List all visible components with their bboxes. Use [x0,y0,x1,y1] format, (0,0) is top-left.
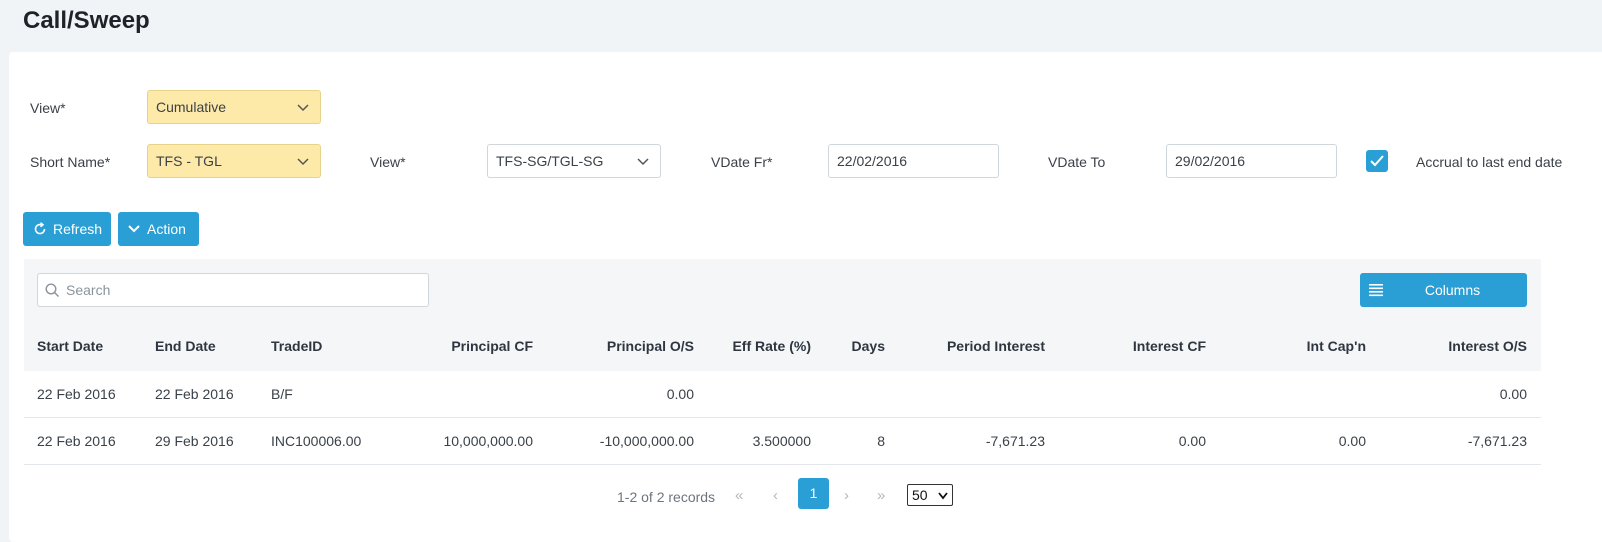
data-table-panel: Search Columns Start Date End Date Trade… [24,259,1541,529]
columns-label: Columns [1424,282,1481,298]
search-input[interactable]: Search [37,273,429,307]
view2-select-value: TFS-SG/TGL-SG [496,153,604,169]
page-button-current[interactable]: 1 [798,478,829,509]
cell-start-date: 22 Feb 2016 [37,433,116,449]
cell-period-interest: -7,671.23 [985,433,1045,449]
view-select[interactable]: Cumulative [147,90,321,124]
view2-label: View* [370,154,406,170]
first-page-icon[interactable]: « [735,487,743,504]
next-page-icon[interactable]: › [844,487,849,504]
chevron-down-icon [297,158,309,166]
columns-button[interactable]: Columns [1360,273,1527,307]
cell-principal-cf: 10,000,000.00 [443,433,533,449]
last-page-icon[interactable]: » [877,487,885,504]
search-icon [45,283,59,297]
page-title: Call/Sweep [23,7,150,34]
view2-select[interactable]: TFS-SG/TGL-SG [487,144,661,178]
action-label: Action [147,221,186,237]
refresh-label: Refresh [53,221,103,237]
cell-interest-os: 0.00 [1499,386,1527,402]
vdate-fr-label: VDate Fr* [711,154,773,170]
chevron-down-icon [297,104,309,112]
table-header: Start Date End Date TradeID Principal CF… [24,322,1541,371]
cell-principal-os: -10,000,000.00 [599,433,694,449]
cell-end-date: 29 Feb 2016 [155,433,234,449]
col-principal-os[interactable]: Principal O/S [564,322,694,371]
page-size-value: 50 [912,487,928,503]
cell-days: 8 [877,433,885,449]
accrual-label: Accrual to last end date [1416,154,1563,170]
vdate-to-input[interactable]: 29/02/2016 [1166,144,1337,178]
table-row[interactable]: 22 Feb 2016 22 Feb 2016 B/F 0.00 0.00 [24,371,1541,418]
col-trade-id[interactable]: TradeID [271,322,322,371]
pagination: 1-2 of 2 records « ‹ 1 › » 50 [24,477,1541,517]
cell-trade-id: B/F [271,386,293,402]
chevron-down-icon [637,158,649,166]
pagination-info: 1-2 of 2 records [617,489,716,505]
prev-page-icon[interactable]: ‹ [773,487,778,504]
col-interest-cf[interactable]: Interest CF [1074,322,1206,371]
col-days[interactable]: Days [834,322,885,371]
refresh-button[interactable]: Refresh [23,212,111,246]
cell-start-date: 22 Feb 2016 [37,386,116,402]
short-name-label: Short Name* [30,154,111,170]
cell-interest-os: -7,671.23 [1467,433,1527,449]
vdate-to-label: VDate To [1048,154,1106,170]
checkmark-icon [1370,155,1384,167]
col-period-interest[interactable]: Period Interest [904,322,1045,371]
cell-principal-os: 0.00 [666,386,694,402]
short-name-select-value: TFS - TGL [156,153,222,169]
cell-int-capn: 0.00 [1338,433,1366,449]
cell-eff-rate: 3.500000 [752,433,811,449]
cell-trade-id: INC100006.00 [271,433,362,449]
page-size-select[interactable]: 50 [907,484,953,506]
table-toolbar: Search Columns [24,259,1541,322]
short-name-select[interactable]: TFS - TGL [147,144,321,178]
col-int-capn[interactable]: Int Cap'n [1234,322,1366,371]
refresh-icon [34,222,46,235]
vdate-fr-input[interactable]: 22/02/2016 [828,144,999,178]
col-interest-os[interactable]: Interest O/S [1394,322,1527,371]
chevron-down-icon [128,225,140,233]
col-principal-cf[interactable]: Principal CF [404,322,533,371]
col-eff-rate[interactable]: Eff Rate (%) [714,322,811,371]
table-row[interactable]: 22 Feb 2016 29 Feb 2016 INC100006.00 10,… [24,418,1541,465]
action-button[interactable]: Action [118,212,199,246]
cell-interest-cf: 0.00 [1178,433,1206,449]
chevron-down-icon [938,492,948,500]
accrual-checkbox[interactable] [1366,150,1388,172]
view-label: View* [30,100,66,116]
search-placeholder: Search [66,282,111,298]
col-end-date[interactable]: End Date [155,322,216,371]
cell-end-date: 22 Feb 2016 [155,386,234,402]
view-select-value: Cumulative [156,99,227,115]
col-start-date[interactable]: Start Date [37,322,103,371]
